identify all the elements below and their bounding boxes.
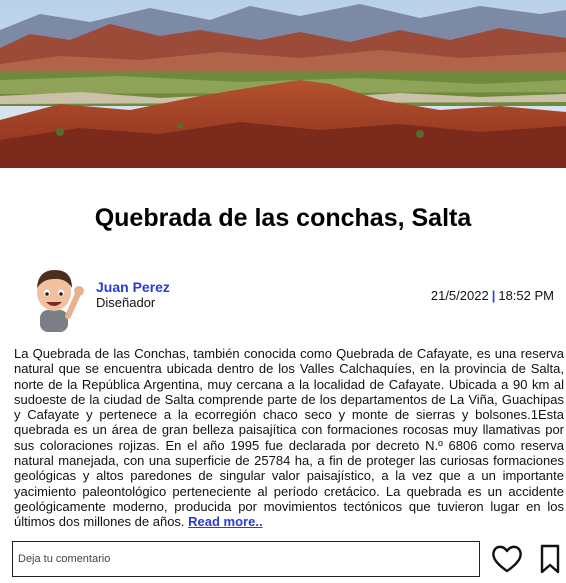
bookmark-icon[interactable] xyxy=(536,542,564,576)
author-role: Diseñador xyxy=(96,295,156,310)
author-row: Juan Perez Diseñador 21/5/2022 | 18:52 PM xyxy=(0,262,566,334)
read-more-link[interactable]: Read more.. xyxy=(188,514,262,529)
author-name[interactable]: Juan Perez xyxy=(96,279,170,295)
post-title: Quebrada de las conchas, Salta xyxy=(94,204,472,232)
article-body: La Quebrada de las Conchas, también cono… xyxy=(14,346,564,530)
post-time: 18:52 PM xyxy=(498,288,554,303)
date-separator: | xyxy=(491,288,496,303)
comment-input[interactable] xyxy=(12,541,480,577)
article-text: La Quebrada de las Conchas, también cono… xyxy=(14,346,564,530)
avatar[interactable] xyxy=(28,264,86,332)
heart-icon[interactable] xyxy=(490,542,524,576)
post-datetime: 21/5/2022 | 18:52 PM xyxy=(431,288,554,303)
post-date: 21/5/2022 xyxy=(430,288,489,303)
hero-image xyxy=(0,0,566,168)
